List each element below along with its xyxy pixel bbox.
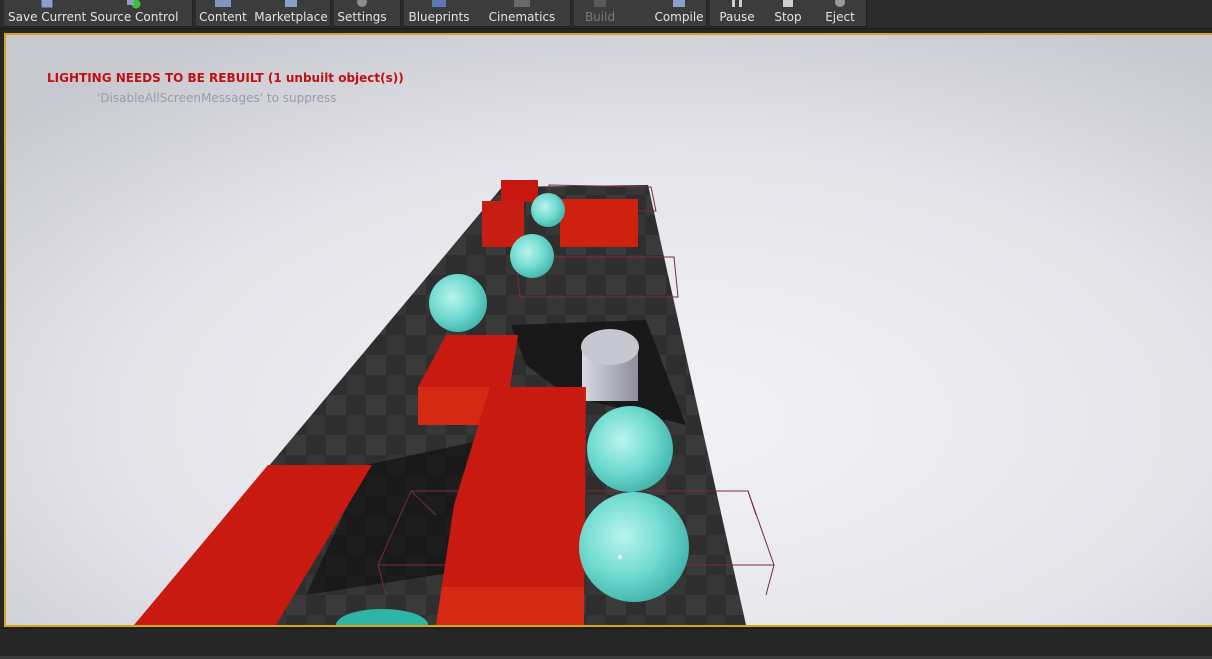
cyan-sphere-mid [587,406,673,492]
marketplace-icon [283,0,299,7]
settings-button[interactable]: Settings [336,0,388,26]
cyan-sphere-near [579,492,689,602]
compile-icon [671,0,687,7]
blueprints-icon [431,0,447,7]
source-control-icon [126,0,142,9]
pause-label: Pause [719,10,755,24]
settings-icon [354,0,370,7]
source-control-label: Source Control [90,10,179,24]
bottom-bar [0,628,1212,659]
settings-label: Settings [337,10,387,24]
lighting-warning-message: LIGHTING NEEDS TO BE REBUILT (1 unbuilt … [47,71,404,85]
pause-icon [729,0,745,7]
marketplace-button[interactable]: Marketplace [254,0,328,26]
cylinder-top [581,329,639,365]
stop-icon [780,0,796,7]
main-toolbar: Save Current Source Control Content Mark… [0,0,1212,29]
cinematics-icon [514,0,530,7]
eject-label: Eject [825,10,855,24]
save-current-label: Save Current [8,10,87,24]
content-icon [215,0,231,7]
content-label: Content [199,10,247,24]
red-cube-far-right [560,199,638,247]
build-button[interactable]: Build [578,0,622,26]
build-label: Build [584,10,616,24]
sphere-highlight [618,555,622,559]
stop-button[interactable]: Stop [768,0,808,26]
compile-button[interactable]: Compile [650,0,708,26]
save-current-button[interactable]: Save Current [8,0,86,26]
cinematics-button[interactable]: Cinematics [486,0,558,26]
blueprints-label: Blueprints [408,10,470,24]
scene-render [6,35,1212,625]
eject-button[interactable]: Eject [818,0,862,26]
red-cube-far-small [501,180,538,202]
cinematics-label: Cinematics [488,10,556,24]
red-cube-long-front [436,587,584,625]
source-control-button[interactable]: Source Control [90,0,178,26]
suppress-hint-message: 'DisableAllScreenMessages' to suppress [97,91,337,105]
marketplace-label: Marketplace [254,10,328,24]
blueprints-button[interactable]: Blueprints [406,0,472,26]
pause-button[interactable]: Pause [714,0,760,26]
compile-label: Compile [654,10,704,24]
eject-icon [832,0,848,7]
cyan-sphere-far [531,193,565,227]
build-icon [592,0,608,7]
cyan-sphere-left [429,274,487,332]
level-viewport[interactable]: LIGHTING NEEDS TO BE REBUILT (1 unbuilt … [4,33,1212,627]
content-button[interactable]: Content [198,0,248,26]
cyan-sphere-far-2 [510,234,554,278]
stop-label: Stop [774,10,802,24]
save-icon [39,0,55,9]
